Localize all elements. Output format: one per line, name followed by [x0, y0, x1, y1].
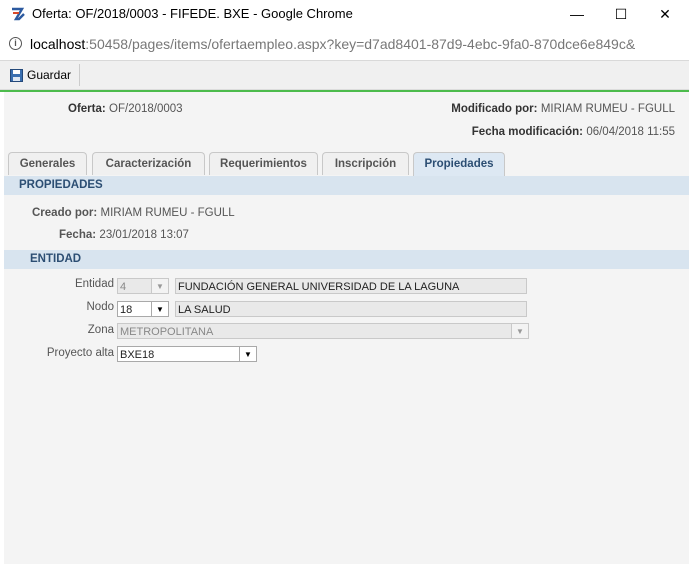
- form-panel: Oferta: OF/2018/0003 Modificado por: MIR…: [4, 92, 689, 564]
- fecha-mod-value: 06/04/2018 11:55: [586, 126, 675, 138]
- entidad-code: 4: [120, 281, 127, 293]
- fecha-mod-row: Fecha modificación: 06/04/2018 11:55: [472, 124, 675, 138]
- chevron-down-icon: ▼: [511, 324, 528, 338]
- propiedades-section-header: PROPIEDADES: [4, 176, 689, 195]
- tab-propiedades[interactable]: Propiedades: [413, 152, 505, 177]
- oferta-value: OF/2018/0003: [109, 103, 183, 115]
- info-icon[interactable]: i: [9, 37, 22, 50]
- minimize-button[interactable]: —: [562, 4, 592, 24]
- oferta-row: Oferta: OF/2018/0003: [68, 101, 183, 115]
- zona-value: METROPOLITANA: [120, 326, 214, 338]
- chevron-down-icon: ▼: [151, 302, 168, 316]
- proyecto-value: BXE18: [120, 349, 155, 361]
- url-host: localhost: [30, 36, 86, 52]
- save-button[interactable]: Guardar: [4, 64, 81, 86]
- creado-label: Creado por:: [32, 207, 98, 219]
- toolbar: Guardar: [0, 61, 689, 90]
- modificado-row: Modificado por: MIRIAM RUMEU - FGULL: [451, 101, 675, 115]
- fecha-row: Fecha: 23/01/2018 13:07: [59, 227, 189, 241]
- nodo-select[interactable]: 18 ▼: [117, 301, 169, 317]
- url-text[interactable]: localhost:50458/pages/items/ofertaempleo…: [30, 36, 635, 52]
- entidad-select[interactable]: 4 ▼: [117, 278, 169, 294]
- maximize-button[interactable]: ☐: [606, 4, 636, 24]
- entidad-name-field: FUNDACIÓN GENERAL UNIVERSIDAD DE LA LAGU…: [175, 278, 527, 294]
- fecha-mod-label: Fecha modificación:: [471, 126, 583, 138]
- fecha-label: Fecha:: [59, 229, 97, 241]
- address-bar[interactable]: i localhost:50458/pages/items/ofertaempl…: [0, 28, 689, 61]
- app-logo-icon: [12, 7, 25, 21]
- modificado-label: Modificado por:: [451, 103, 538, 115]
- close-button[interactable]: ✕: [650, 4, 680, 24]
- tab-caracterizacion[interactable]: Caracterización: [92, 152, 205, 175]
- entidad-section-header: ENTIDAD: [4, 250, 689, 269]
- save-label: Guardar: [27, 68, 72, 82]
- nodo-label: Nodo: [86, 301, 115, 313]
- url-path: :50458/pages/items/ofertaempleo.aspx?key…: [85, 36, 636, 52]
- zona-select[interactable]: METROPOLITANA ▼: [117, 323, 529, 339]
- chevron-down-icon: ▼: [151, 279, 168, 293]
- chevron-down-icon: ▼: [239, 347, 256, 361]
- modificado-value: MIRIAM RUMEU - FGULL: [540, 103, 675, 115]
- window-title: Oferta: OF/2018/0003 - FIFEDE. BXE - Goo…: [32, 6, 353, 21]
- proyecto-select[interactable]: BXE18 ▼: [117, 346, 257, 362]
- nodo-code: 18: [120, 304, 133, 316]
- zona-label: Zona: [87, 324, 114, 336]
- nodo-name-field: LA SALUD: [175, 301, 527, 317]
- tab-requerimientos[interactable]: Requerimientos: [209, 152, 318, 175]
- tab-inscripcion[interactable]: Inscripción: [322, 152, 409, 175]
- window-title-bar: Oferta: OF/2018/0003 - FIFEDE. BXE - Goo…: [0, 0, 689, 28]
- creado-row: Creado por: MIRIAM RUMEU - FGULL: [32, 205, 235, 219]
- oferta-label: Oferta:: [68, 103, 106, 115]
- fecha-value: 23/01/2018 13:07: [99, 229, 189, 241]
- proyecto-label: Proyecto alta: [46, 347, 114, 359]
- tab-generales[interactable]: Generales: [8, 152, 87, 175]
- floppy-disk-icon: [10, 68, 23, 82]
- creado-value: MIRIAM RUMEU - FGULL: [100, 207, 235, 219]
- entidad-label: Entidad: [74, 278, 114, 290]
